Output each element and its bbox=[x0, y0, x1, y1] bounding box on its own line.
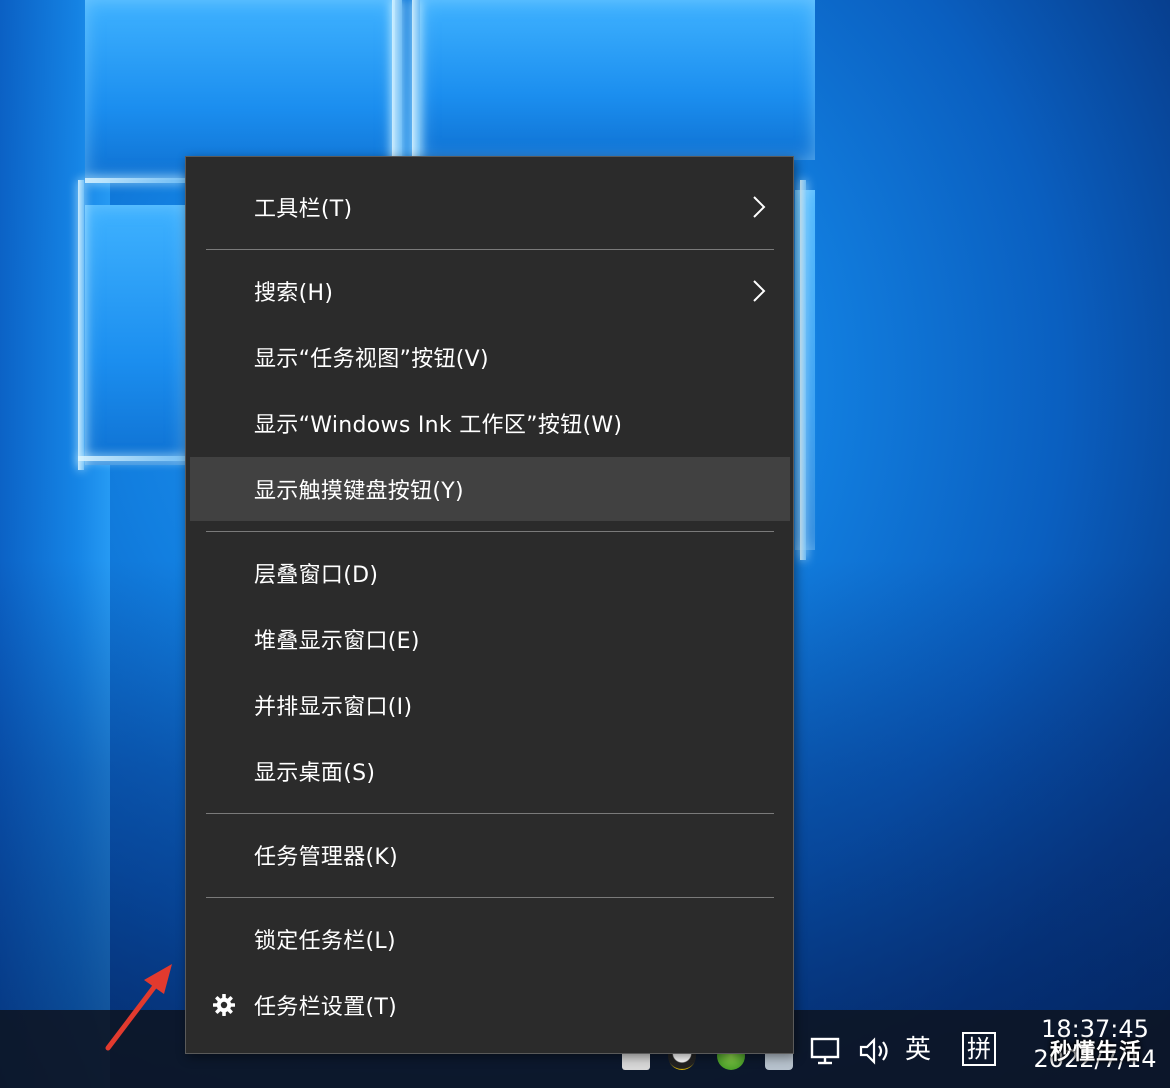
menu-item-task-manager[interactable]: 任务管理器(K) bbox=[190, 823, 790, 887]
menu-item-label: 锁定任务栏(L) bbox=[254, 929, 396, 954]
wallpaper-frame-line bbox=[78, 456, 188, 461]
menu-item-search[interactable]: 搜索(H) bbox=[190, 259, 790, 323]
ime-mode-label: 拼 bbox=[967, 1035, 991, 1063]
wallpaper-window-pane bbox=[85, 0, 395, 180]
menu-item-label: 工具栏(T) bbox=[254, 197, 353, 222]
menu-item-label: 堆叠显示窗口(E) bbox=[254, 629, 420, 654]
menu-item-side-by-side-windows[interactable]: 并排显示窗口(I) bbox=[190, 673, 790, 737]
menu-item-label: 显示“Windows Ink 工作区”按钮(W) bbox=[254, 413, 623, 438]
menu-item-toolbars[interactable]: 工具栏(T) bbox=[190, 175, 790, 239]
menu-separator bbox=[206, 531, 774, 532]
chevron-right-icon bbox=[753, 196, 766, 218]
menu-separator bbox=[206, 813, 774, 814]
wallpaper-window-pane bbox=[420, 0, 815, 160]
menu-item-label: 并排显示窗口(I) bbox=[254, 695, 413, 720]
input-language-indicator[interactable]: 英 bbox=[905, 1034, 931, 1066]
menu-item-lock-taskbar[interactable]: 锁定任务栏(L) bbox=[190, 907, 790, 971]
menu-item-cascade-windows[interactable]: 层叠窗口(D) bbox=[190, 541, 790, 605]
menu-item-taskbar-settings[interactable]: 任务栏设置(T) bbox=[190, 973, 790, 1037]
menu-item-stack-windows[interactable]: 堆叠显示窗口(E) bbox=[190, 607, 790, 671]
menu-item-label: 显示桌面(S) bbox=[254, 761, 376, 786]
volume-icon[interactable] bbox=[858, 1036, 894, 1066]
menu-separator bbox=[206, 897, 774, 898]
menu-item-label: 任务栏设置(T) bbox=[254, 995, 398, 1020]
menu-separator bbox=[206, 249, 774, 250]
menu-item-show-windows-ink-button[interactable]: 显示“Windows Ink 工作区”按钮(W) bbox=[190, 391, 790, 455]
menu-item-label: 搜索(H) bbox=[254, 281, 334, 306]
menu-item-label: 层叠窗口(D) bbox=[254, 563, 379, 588]
network-icon[interactable] bbox=[810, 1036, 846, 1066]
menu-item-show-touch-keyboard-button[interactable]: 显示触摸键盘按钮(Y) bbox=[190, 457, 790, 521]
menu-item-label: 显示触摸键盘按钮(Y) bbox=[254, 479, 464, 504]
menu-item-label: 显示“任务视图”按钮(V) bbox=[254, 347, 489, 372]
red-arrow-annotation bbox=[105, 964, 172, 1051]
wallpaper-frame-line bbox=[78, 180, 84, 470]
taskbar-context-menu: 工具栏(T) 搜索(H) 显示“任务视图”按钮(V) 显示“Windows In… bbox=[185, 156, 794, 1054]
ime-mode-indicator[interactable]: 拼 bbox=[962, 1032, 996, 1066]
menu-item-show-desktop[interactable]: 显示桌面(S) bbox=[190, 739, 790, 803]
chevron-right-icon bbox=[753, 280, 766, 302]
wallpaper-frame-line bbox=[412, 0, 420, 160]
wallpaper-frame-line bbox=[392, 0, 402, 170]
menu-item-show-task-view-button[interactable]: 显示“任务视图”按钮(V) bbox=[190, 325, 790, 389]
menu-item-label: 任务管理器(K) bbox=[254, 845, 398, 870]
wallpaper-frame-line bbox=[800, 180, 806, 560]
wallpaper-window-pane bbox=[85, 205, 185, 465]
gear-icon bbox=[213, 994, 235, 1016]
wallpaper-frame-line bbox=[85, 178, 185, 183]
watermark-text: 秒懂生活 bbox=[1050, 1040, 1143, 1065]
